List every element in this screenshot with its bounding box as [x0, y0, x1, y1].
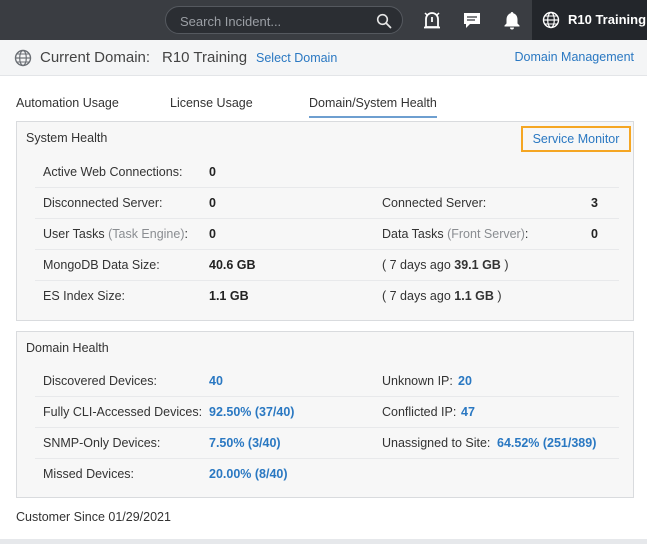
server-row: Disconnected Server: 0 Connected Server:…	[35, 188, 619, 219]
snmp-only-value[interactable]: 7.50% (3/40)	[209, 436, 281, 450]
missed-devices-value[interactable]: 20.00% (8/40)	[209, 467, 288, 481]
task-engine-note: (Task Engine)	[108, 227, 185, 241]
domain-health-panel: Domain Health Discovered Devices: 40 Unk…	[16, 331, 634, 498]
search-icon[interactable]	[376, 13, 392, 29]
snmp-only-label: SNMP-Only Devices:	[43, 436, 161, 450]
discovered-row: Discovered Devices: 40 Unknown IP: 20	[35, 366, 619, 397]
select-domain-link[interactable]: Select Domain	[256, 51, 337, 65]
current-domain-label: Current Domain:	[40, 49, 151, 66]
mongodb-row: MongoDB Data Size: 40.6 GB ( 7 days ago …	[35, 250, 619, 281]
domain-health-title: Domain Health	[26, 341, 109, 355]
active-web-connections-value: 0	[209, 165, 216, 179]
es-compare-suffix: )	[497, 289, 502, 303]
mongodb-compare-suffix: )	[504, 258, 509, 272]
incident-alert-icon[interactable]	[422, 10, 442, 30]
top-navigation-bar: R10 Training	[0, 0, 647, 40]
es-index-row: ES Index Size: 1.1 GB ( 7 days ago 1.1 G…	[35, 281, 619, 312]
tasks-row: User Tasks (Task Engine): 0 Data Tasks (…	[35, 219, 619, 250]
data-tasks-text: Data Tasks	[382, 227, 444, 241]
unknown-ip-label: Unknown IP:	[382, 374, 453, 388]
domain-button-label: R10 Training	[568, 12, 647, 27]
active-web-connections-label: Active Web Connections:	[43, 165, 183, 179]
data-tasks-colon: :	[524, 227, 529, 241]
missed-devices-label: Missed Devices:	[43, 467, 134, 481]
es-compare-prefix: ( 7 days ago	[382, 289, 451, 303]
user-tasks-text: User Tasks	[43, 227, 105, 241]
current-domain-name: R10 Training	[162, 49, 248, 66]
tab-automation-usage[interactable]: Automation Usage	[16, 96, 119, 110]
connected-server-value: 3	[591, 196, 598, 210]
unknown-ip-value[interactable]: 20	[458, 374, 472, 388]
search-box[interactable]	[165, 6, 403, 34]
user-tasks-value: 0	[209, 227, 216, 241]
discovered-devices-label: Discovered Devices:	[43, 374, 157, 388]
search-input[interactable]	[180, 13, 370, 29]
mongodb-compare-prefix: ( 7 days ago	[382, 258, 451, 272]
discovered-devices-value[interactable]: 40	[209, 374, 223, 388]
globe-icon	[542, 11, 560, 29]
current-domain-bar: Current Domain: R10 Training Select Doma…	[0, 40, 647, 76]
data-tasks-label: Data Tasks (Front Server):	[382, 227, 528, 241]
mongodb-compare-value: 39.1 GB	[454, 258, 501, 272]
service-monitor-button[interactable]: Service Monitor	[521, 126, 631, 152]
es-index-size-label: ES Index Size:	[43, 289, 125, 303]
disconnected-server-value: 0	[209, 196, 216, 210]
fully-cli-accessed-label: Fully CLI-Accessed Devices:	[43, 405, 203, 419]
disconnected-server-label: Disconnected Server:	[43, 196, 163, 210]
user-tasks-colon: :	[184, 227, 188, 241]
bottom-divider	[0, 539, 647, 544]
snmp-row: SNMP-Only Devices: 7.50% (3/40) Unassign…	[35, 428, 619, 459]
mongodb-size-label: MongoDB Data Size:	[43, 258, 160, 272]
cli-row: Fully CLI-Accessed Devices: 92.50% (37/4…	[35, 397, 619, 428]
tab-domain-system-health[interactable]: Domain/System Health	[309, 96, 437, 118]
front-server-note: (Front Server)	[447, 227, 525, 241]
es-index-size-value: 1.1 GB	[209, 289, 249, 303]
es-index-7day-compare: ( 7 days ago 1.1 GB )	[382, 289, 502, 303]
globe-icon	[14, 49, 32, 67]
user-tasks-label: User Tasks (Task Engine):	[43, 227, 188, 241]
notification-bell-icon[interactable]	[502, 10, 522, 30]
domain-switch-button[interactable]: R10 Training	[532, 0, 647, 40]
missed-row: Missed Devices: 20.00% (8/40)	[35, 459, 619, 490]
conflicted-ip-value[interactable]: 47	[461, 405, 475, 419]
unassigned-to-site-label: Unassigned to Site:	[382, 436, 491, 450]
system-health-panel: System Health Service Monitor Active Web…	[16, 121, 634, 321]
data-tasks-value: 0	[591, 227, 598, 241]
unassigned-to-site-value[interactable]: 64.52% (251/389)	[497, 436, 596, 450]
mongodb-size-value: 40.6 GB	[209, 258, 256, 272]
tab-license-usage[interactable]: License Usage	[170, 96, 253, 110]
mongodb-7day-compare: ( 7 days ago 39.1 GB )	[382, 258, 509, 272]
active-web-connections-row: Active Web Connections: 0	[35, 157, 619, 188]
conflicted-ip-label: Conflicted IP:	[382, 405, 457, 419]
connected-server-label: Connected Server:	[382, 196, 487, 210]
fully-cli-accessed-value[interactable]: 92.50% (37/40)	[209, 405, 294, 419]
es-compare-value: 1.1 GB	[454, 289, 494, 303]
customer-since-text: Customer Since 01/29/2021	[16, 510, 171, 524]
chat-icon[interactable]	[462, 10, 482, 30]
system-health-title: System Health	[26, 131, 108, 145]
domain-management-link[interactable]: Domain Management	[514, 50, 634, 64]
